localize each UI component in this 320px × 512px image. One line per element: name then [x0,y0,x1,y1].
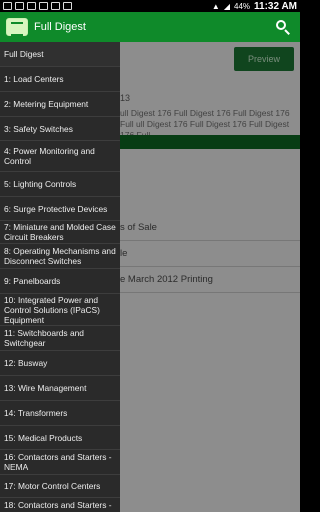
drawer-item-surge-protective-devices[interactable]: 6: Surge Protective Devices [0,197,120,221]
drawer-item-wire-management[interactable]: 13: Wire Management [0,376,120,401]
drawer-item-power-monitoring[interactable]: 4: Power Monitoring and Control [0,141,120,172]
search-icon[interactable] [274,18,292,36]
app-bar: Full Digest [0,12,300,42]
battery-level: 44% [234,1,251,11]
drawer-item-metering-equipment[interactable]: 2: Metering Equipment [0,92,120,117]
drawer-item-load-centers[interactable]: 1: Load Centers [0,67,120,92]
drawer-item-contactors-nema[interactable]: 16: Contactors and Starters - NEMA [0,450,120,475]
drawer-item-medical-products[interactable]: 15: Medical Products [0,426,120,450]
drawer-item-circuit-breakers[interactable]: 7: Miniature and Molded Case Circuit Bre… [0,221,120,244]
drawer-item-ipacs-equipment[interactable]: 10: Integrated Power and Control Solutio… [0,294,120,326]
navigation-drawer: Full Digest 1: Load Centers 2: Metering … [0,42,120,512]
app-logo-icon[interactable] [6,18,28,36]
signal-icon: ◢ [223,1,230,11]
drawer-item-contactors-iec[interactable]: 18: Contactors and Starters - IEC [0,498,120,512]
drawer-item-lighting-controls[interactable]: 5: Lighting Controls [0,172,120,197]
notification-icon [63,2,72,10]
notification-icon [39,2,48,10]
gallery-notification-icon [3,2,12,10]
drawer-item-safety-switches[interactable]: 3: Safety Switches [0,117,120,141]
notification-icon [15,2,24,10]
drawer-item-busway[interactable]: 12: Busway [0,351,120,376]
drawer-item-operating-mechanisms[interactable]: 8: Operating Mechanisms and Disconnect S… [0,244,120,269]
drawer-item-transformers[interactable]: 14: Transformers [0,401,120,426]
status-bar: ▲ ◢ 44% 11:32 AM [0,0,300,12]
drawer-item-full-digest[interactable]: Full Digest [0,42,120,67]
app-title: Full Digest [34,21,86,33]
wifi-icon: ▲ [211,1,220,11]
drawer-item-motor-control-centers[interactable]: 17: Motor Control Centers [0,475,120,498]
clock: 11:32 AM [254,0,297,12]
drawer-item-panelboards[interactable]: 9: Panelboards [0,269,120,294]
notification-icon [51,2,60,10]
notification-icon [27,2,36,10]
drawer-item-switchboards[interactable]: 11: Switchboards and Switchgear [0,326,120,351]
